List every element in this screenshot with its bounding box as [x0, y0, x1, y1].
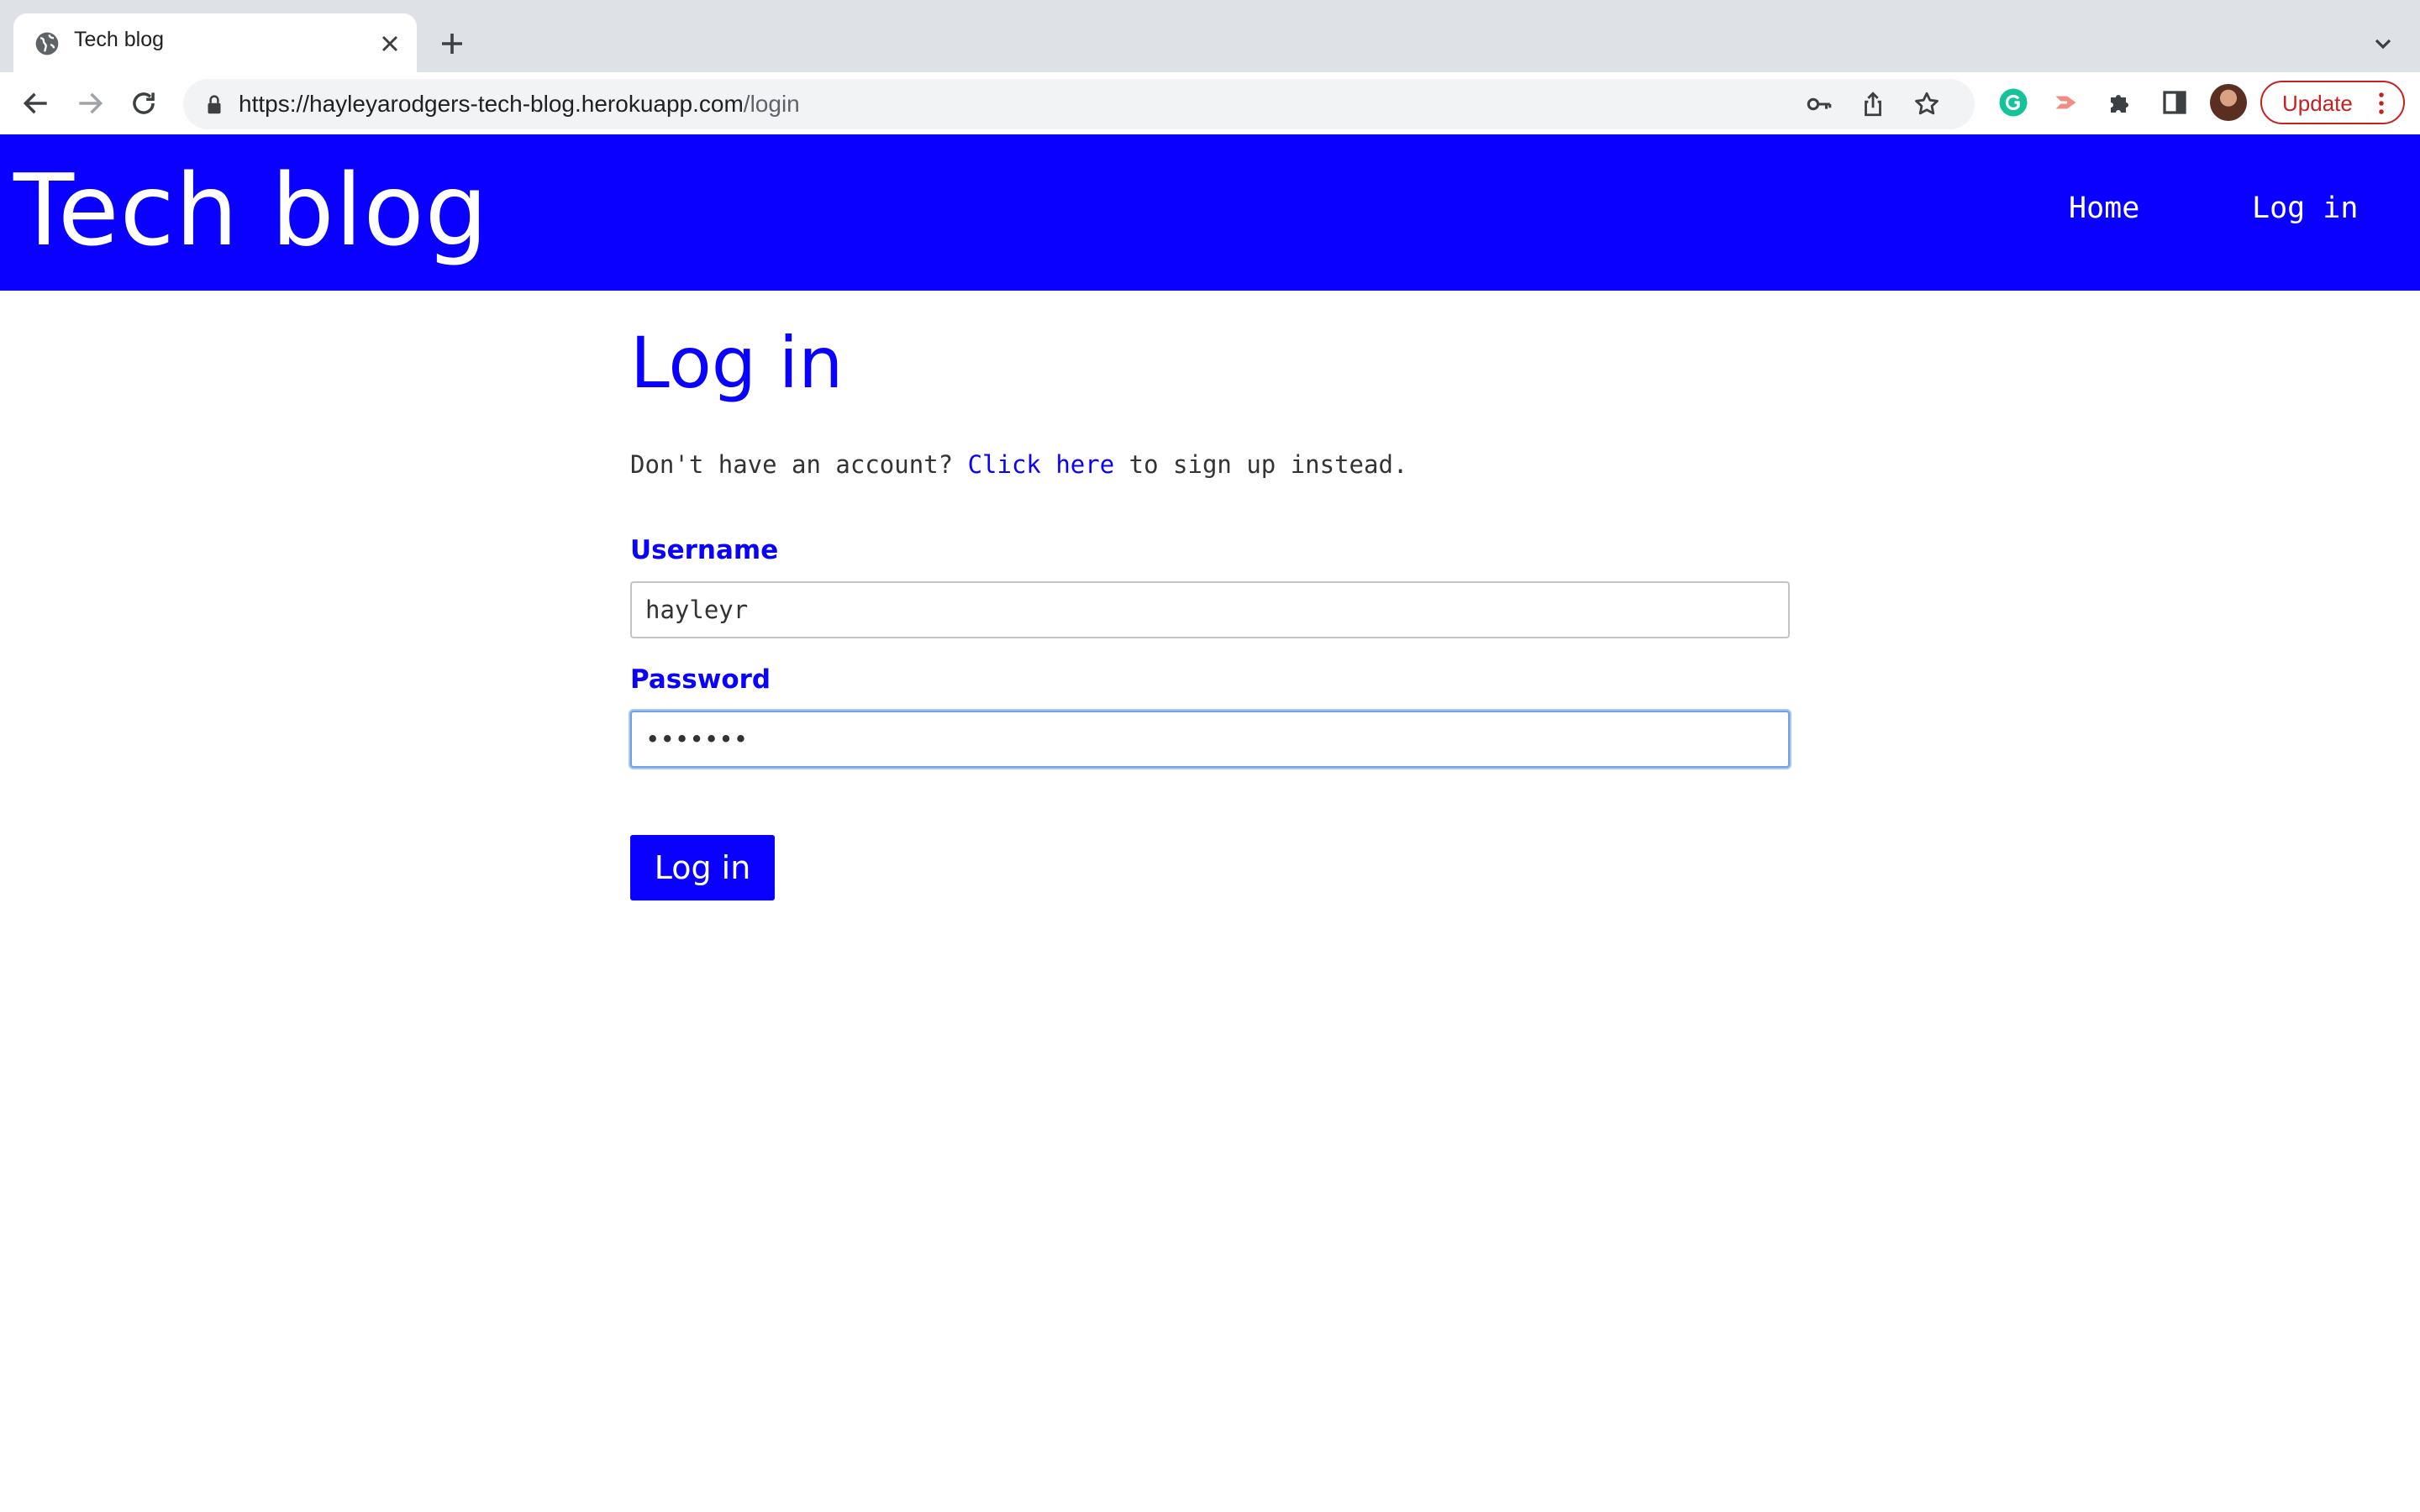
close-icon[interactable]: [376, 30, 403, 57]
browser-tab[interactable]: Tech blog: [13, 13, 417, 72]
lock-icon[interactable]: [202, 92, 227, 117]
update-label: Update: [2282, 91, 2353, 116]
site-header: Tech blog Home Log in: [0, 134, 2420, 291]
browser-tab-strip: Tech blog: [0, 0, 2420, 72]
forward-arrow-icon[interactable]: [74, 87, 106, 119]
extension-icon[interactable]: [2052, 87, 2082, 118]
plus-icon[interactable]: [437, 29, 467, 59]
signup-prompt: Don't have an account? Click here to sig…: [630, 449, 1407, 480]
username-label: Username: [630, 535, 779, 565]
grammarly-icon[interactable]: [1998, 87, 2028, 118]
key-icon[interactable]: [1805, 90, 1833, 118]
tab-title: Tech blog: [74, 28, 165, 51]
globe-icon: [35, 32, 59, 55]
side-panel-icon[interactable]: [2160, 87, 2190, 118]
back-arrow-icon[interactable]: [20, 87, 52, 119]
url-path: /login: [743, 91, 800, 117]
chevron-down-icon[interactable]: [2370, 30, 2396, 57]
page-title: Log in: [630, 322, 844, 404]
star-icon[interactable]: [1912, 90, 1941, 118]
site-title[interactable]: Tech blog: [13, 151, 489, 269]
url-text[interactable]: https://hayleyarodgers-tech-blog.herokua…: [239, 91, 800, 118]
signup-link[interactable]: Click here: [968, 450, 1115, 479]
signup-prompt-before: Don't have an account?: [630, 450, 968, 479]
login-submit-button[interactable]: Log in: [630, 835, 775, 900]
nav-login-link[interactable]: Log in: [2252, 190, 2358, 227]
password-label: Password: [630, 664, 771, 695]
puzzle-icon[interactable]: [2106, 87, 2136, 118]
url-host: https://hayleyarodgers-tech-blog.herokua…: [239, 91, 744, 117]
signup-prompt-after: to sign up instead.: [1114, 450, 1408, 479]
password-input[interactable]: [630, 711, 1790, 768]
nav-home-link[interactable]: Home: [2069, 190, 2139, 227]
update-button[interactable]: Update: [2260, 81, 2405, 124]
share-icon[interactable]: [1859, 90, 1887, 118]
more-vert-icon: [2379, 92, 2384, 114]
profile-avatar[interactable]: [2210, 84, 2247, 121]
reload-icon[interactable]: [128, 87, 160, 119]
address-bar[interactable]: https://hayleyarodgers-tech-blog.herokua…: [183, 79, 1975, 129]
username-input[interactable]: [630, 581, 1790, 638]
